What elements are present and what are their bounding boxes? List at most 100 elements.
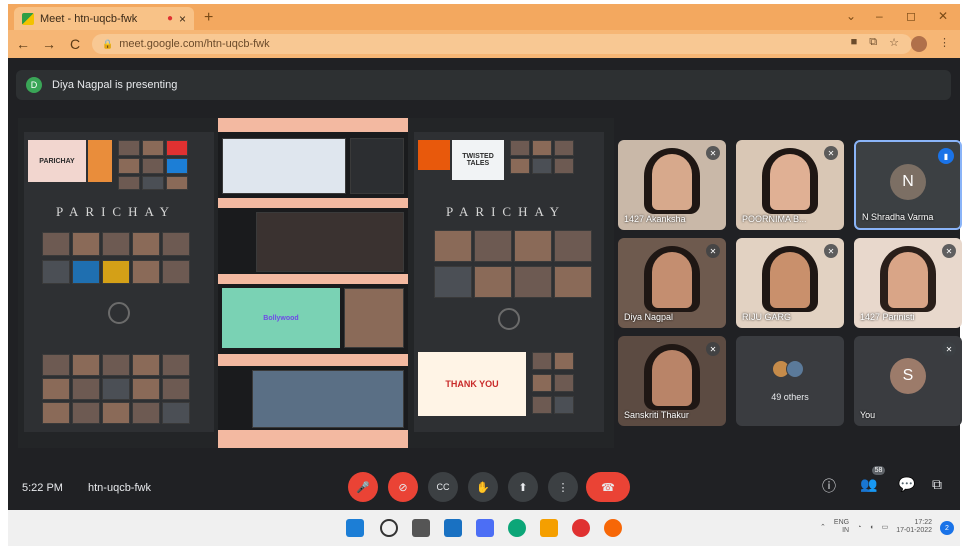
participant-face (652, 154, 692, 210)
language-region: IN (842, 527, 850, 534)
battery-icon[interactable]: ▭ (882, 523, 889, 531)
raise-hand-button[interactable]: ✋ (468, 472, 498, 502)
camera-indicator-icon[interactable]: ■ (851, 36, 858, 52)
participant-tile[interactable]: ✕ RIJU GARG (736, 238, 844, 328)
url-field[interactable]: 🔒 meet.google.com/htn-uqcb-fwk (92, 34, 912, 54)
presentation-screen[interactable]: PARICHAY PARICHAY Bollywood TWISTED TALE… (18, 118, 614, 448)
video-grid-thumbnail (252, 370, 404, 428)
profile-avatar[interactable] (911, 36, 927, 52)
people-button[interactable]: 👥 58 (860, 466, 886, 493)
mic-off-icon: ✕ (706, 244, 720, 258)
chat-app-icon[interactable] (476, 519, 494, 537)
tab-title: Meet - htn-uqcb-fwk (40, 12, 138, 25)
presenter-avatar: D (26, 77, 42, 93)
present-now-button[interactable]: ⬆ (508, 472, 538, 502)
participant-face (652, 350, 692, 406)
windows-start-icon[interactable] (346, 519, 364, 537)
colorful-card (88, 140, 112, 182)
thank-you-card: THANK YOU (418, 352, 526, 416)
close-window-button[interactable]: ✕ (938, 9, 948, 23)
self-tile[interactable]: S ✕ You (854, 336, 962, 426)
mic-off-icon: ✕ (706, 146, 720, 160)
wifi-icon[interactable]: ◔ (857, 524, 861, 531)
address-bar: ← → C 🔒 meet.google.com/htn-uqcb-fwk ■ ⧉… (8, 30, 960, 58)
peach-strip (218, 198, 408, 208)
presenter-text: Diya Nagpal is presenting (52, 79, 178, 91)
edge-icon[interactable] (508, 519, 526, 537)
taskbar-clock[interactable]: 17:22 17-01-2022 (896, 519, 932, 535)
browser-tab-bar: Meet - htn-uqcb-fwk ● × + ⌄ – ◻ ✕ (8, 4, 960, 30)
video-thumbnail (554, 140, 574, 156)
video-thumbnail (118, 158, 140, 174)
video-thumbnail (166, 176, 188, 190)
file-explorer-icon[interactable] (540, 519, 558, 537)
browser-tab[interactable]: Meet - htn-uqcb-fwk ● × (14, 7, 194, 30)
meeting-code: htn-uqcb-fwk (88, 482, 151, 494)
participant-tile[interactable]: ✕ Sanskriti Thakur (618, 336, 726, 426)
club-logo-icon (108, 302, 130, 324)
widgets-icon[interactable] (444, 519, 462, 537)
activities-button[interactable]: ⧉ (932, 476, 942, 493)
others-tile[interactable]: 49 others (736, 336, 844, 426)
video-thumbnail (42, 232, 70, 256)
chrome-icon[interactable] (572, 519, 590, 537)
meet-favicon-icon (22, 12, 34, 25)
video-thumbnail (162, 354, 190, 376)
more-options-button[interactable]: ⋮ (548, 472, 578, 502)
video-thumbnail (510, 158, 530, 174)
search-icon[interactable] (380, 519, 398, 537)
new-tab-button[interactable]: + (204, 9, 213, 27)
participant-name: RIJU GARG (742, 312, 792, 322)
volume-icon[interactable]: ◖ (869, 524, 873, 531)
video-thumbnail (474, 230, 512, 262)
language-indicator[interactable]: ENG IN (834, 519, 849, 535)
notification-badge[interactable]: 2 (940, 521, 954, 535)
participant-tile[interactable]: ✕ 1427 Parinisti (854, 238, 962, 328)
video-thumbnail (102, 378, 130, 400)
tab-close-button[interactable]: × (179, 12, 186, 26)
back-button[interactable]: ← (12, 36, 34, 52)
share-icon[interactable]: ⧉ (869, 36, 877, 52)
self-name: You (860, 410, 876, 420)
speaking-indicator-icon: ▮ (938, 148, 954, 164)
tab-search-button[interactable]: ⌄ (846, 9, 856, 23)
captions-button[interactable]: CC (428, 472, 458, 502)
app-icon[interactable] (604, 519, 622, 537)
video-thumbnail (72, 354, 100, 376)
chat-button[interactable]: 💬 (898, 476, 915, 493)
minimize-button[interactable]: – (876, 9, 883, 23)
slide-title-left: PARICHAY (56, 204, 177, 219)
video-thumbnail (162, 260, 190, 284)
people-icon: 👥 (860, 476, 878, 492)
mic-toggle-button[interactable]: 🎤 (348, 472, 378, 502)
reload-button[interactable]: C (64, 36, 86, 52)
video-thumbnail (162, 378, 190, 400)
meeting-details-button[interactable]: ⓘ (822, 476, 836, 496)
leave-call-button[interactable]: ☎ (586, 472, 630, 502)
participant-tile[interactable]: ✕ POORNIMA B... (736, 140, 844, 230)
avatar (786, 360, 804, 378)
video-thumbnail (434, 230, 472, 262)
participant-name: 1427 Akanksha (624, 214, 686, 224)
menu-kebab-icon[interactable]: ⋮ (939, 36, 950, 52)
video-thumbnail (162, 402, 190, 424)
participant-tile[interactable]: ✕ 1427 Akanksha (618, 140, 726, 230)
lock-icon: 🔒 (102, 38, 114, 49)
recording-dot-icon: ● (166, 13, 173, 24)
camera-toggle-button[interactable]: ⊘ (388, 472, 418, 502)
task-view-icon[interactable] (412, 519, 430, 537)
maximize-button[interactable]: ◻ (906, 9, 916, 23)
video-thumbnail (474, 266, 512, 298)
tray-overflow-icon[interactable]: ⌃ (820, 523, 826, 531)
slide-panel-left: PARICHAY PARICHAY (24, 132, 214, 432)
video-thumbnail (532, 352, 552, 370)
participant-tile[interactable]: ✕ Diya Nagpal (618, 238, 726, 328)
forward-button[interactable]: → (38, 36, 60, 52)
peach-strip (218, 118, 408, 132)
video-thumbnail (514, 266, 552, 298)
video-thumbnail (132, 378, 160, 400)
participant-tile-active[interactable]: N ▮ N Shradha Varma (854, 140, 962, 230)
bookmark-star-icon[interactable]: ☆ (889, 36, 899, 52)
twisted-tales-card: TWISTED TALES (452, 140, 504, 180)
address-bar-icons: ■ ⧉ ☆ ⋮ (851, 36, 950, 52)
